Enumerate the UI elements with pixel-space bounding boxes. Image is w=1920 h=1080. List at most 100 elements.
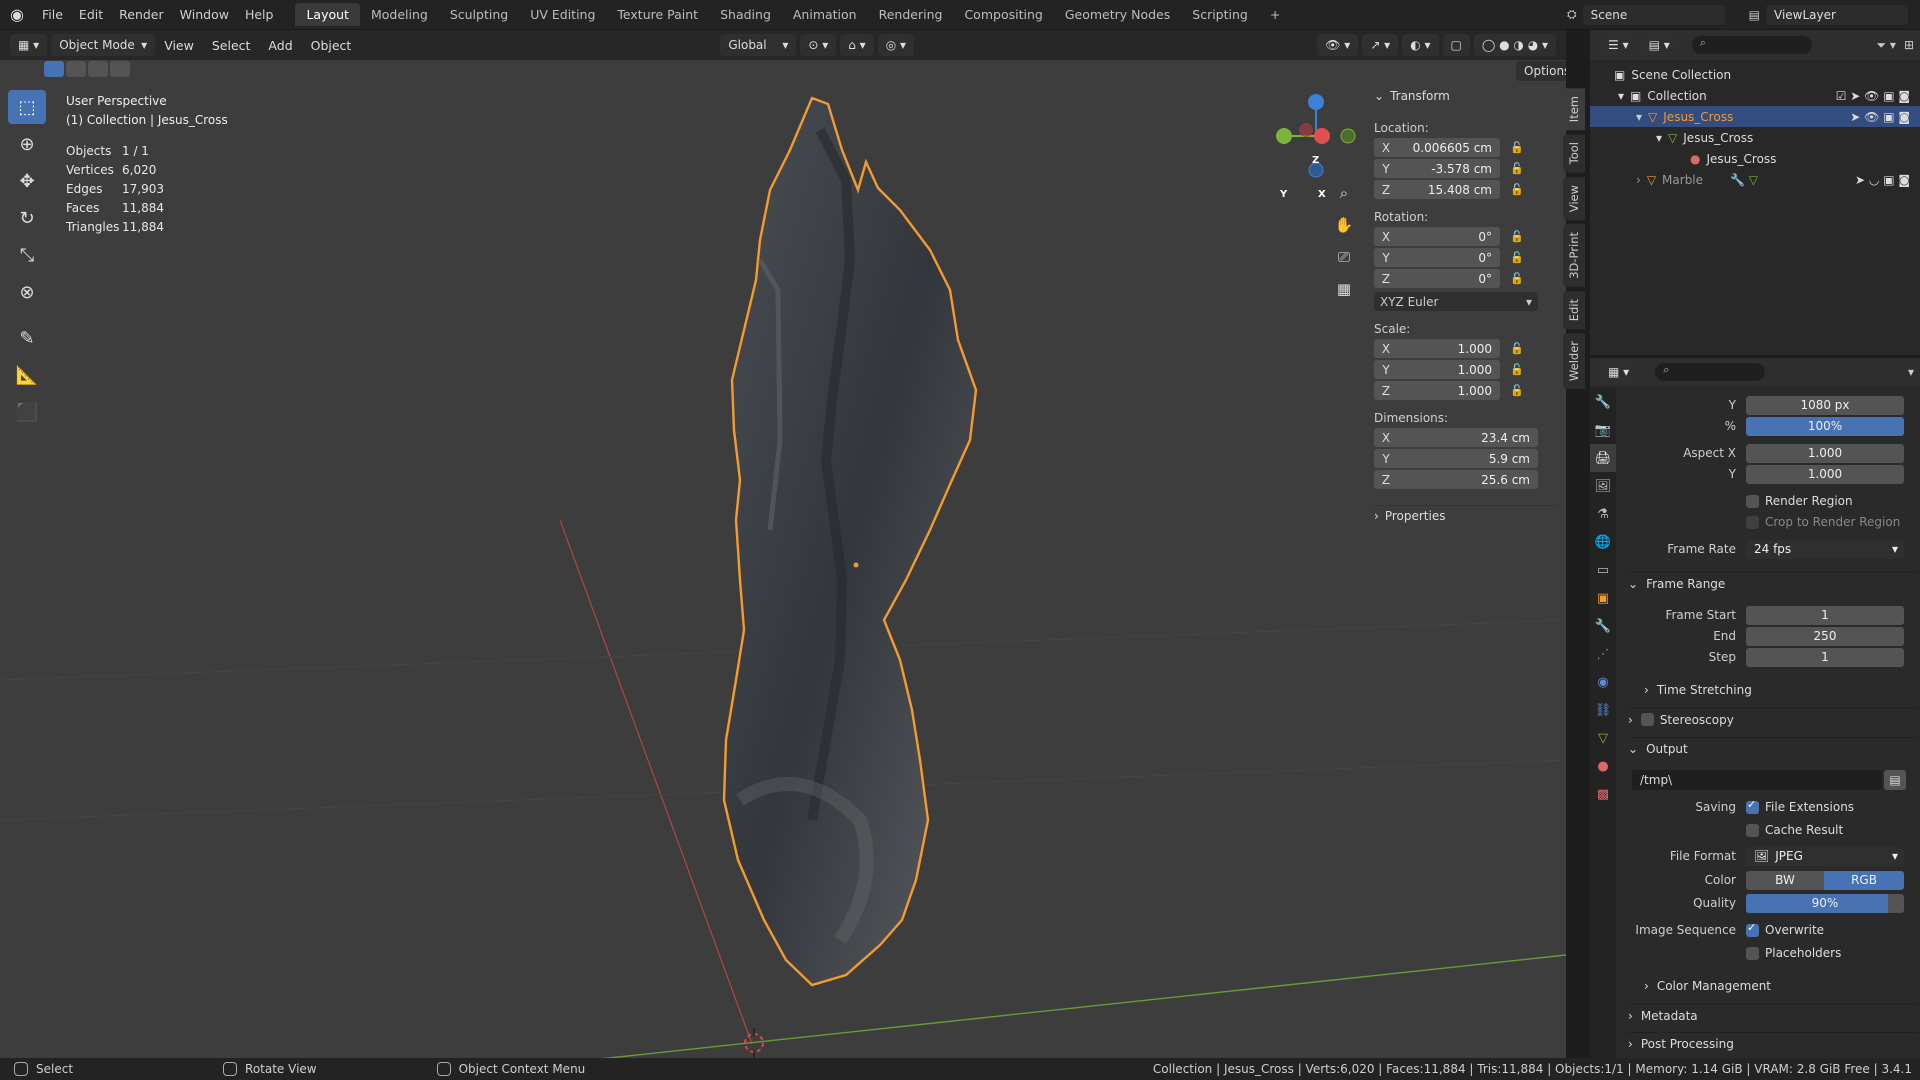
stereoscopy-checkbox[interactable]	[1640, 713, 1654, 726]
tab-compositing[interactable]: Compositing	[953, 3, 1053, 26]
lock-icon[interactable]: 🔓	[1510, 342, 1526, 358]
resolution-y-field[interactable]: 1080 px	[1746, 395, 1904, 415]
menu-view[interactable]: View	[155, 38, 203, 53]
color-bw-button[interactable]: BW	[1746, 870, 1824, 890]
select-extend-icon[interactable]	[66, 61, 86, 77]
rotation-z-field[interactable]: Z 0°	[1374, 269, 1500, 288]
menu-add[interactable]: Add	[259, 38, 301, 53]
frame-step-field[interactable]: 1	[1746, 647, 1904, 667]
constraints-properties-icon[interactable]: ⛓	[1590, 696, 1616, 724]
location-y-field[interactable]: Y -3.578 cm	[1374, 159, 1500, 178]
snap-button[interactable]: ⌂ ▾	[840, 34, 874, 56]
folder-browse-icon[interactable]: ▤	[1884, 770, 1906, 790]
view-layer-icon[interactable]: ▤	[1749, 8, 1760, 22]
pan-hand-icon[interactable]: ✋	[1330, 212, 1358, 238]
scene-properties-icon[interactable]: ⚗	[1590, 500, 1616, 528]
editor-type-button[interactable]: ▦ ▾	[10, 34, 48, 56]
menu-help[interactable]: Help	[237, 7, 282, 22]
tab-3d-print[interactable]: 3D-Print	[1563, 223, 1585, 287]
lock-icon[interactable]: 🔓	[1510, 141, 1526, 157]
lock-icon[interactable]: 🔓	[1510, 251, 1526, 267]
pivot-button[interactable]: ⊙ ▾	[800, 34, 837, 56]
menu-edit[interactable]: Edit	[71, 7, 111, 22]
gizmo-z-label[interactable]: Z	[1312, 155, 1319, 166]
move-tool-icon[interactable]: ✥	[8, 164, 46, 198]
scale-z-field[interactable]: Z 1.000	[1374, 381, 1500, 400]
output-path-input[interactable]: /tmp\	[1632, 770, 1882, 790]
object-properties-icon[interactable]: ▣	[1590, 584, 1616, 612]
tab-item[interactable]: Item	[1563, 88, 1585, 131]
lock-icon[interactable]: 🔓	[1510, 183, 1526, 199]
metadata-section-header[interactable]: › Metadata	[1628, 1004, 1918, 1026]
menu-render[interactable]: Render	[111, 7, 172, 22]
outliner-row-material[interactable]: ● Jesus_Cross	[1590, 148, 1920, 169]
filter-icon[interactable]: ⏷ ▾	[1876, 38, 1895, 53]
properties-search-input[interactable]: ⌕	[1655, 363, 1766, 381]
scale-tool-icon[interactable]: ⤡	[8, 238, 46, 272]
lock-icon[interactable]: 🔓	[1510, 384, 1526, 400]
modifier-properties-icon[interactable]: 🔧	[1590, 612, 1616, 640]
menu-file[interactable]: File	[34, 7, 71, 22]
display-mode-icon[interactable]: ▤ ▾	[1640, 34, 1678, 56]
location-x-field[interactable]: X 0.006605 cm	[1374, 138, 1500, 157]
ortho-grid-icon[interactable]: ▦	[1330, 276, 1358, 302]
outliner-search-input[interactable]: ⌕	[1691, 36, 1812, 54]
lock-icon[interactable]: 🔓	[1510, 162, 1526, 178]
aspect-y-field[interactable]: 1.000	[1746, 464, 1904, 484]
tab-tool[interactable]: Tool	[1563, 134, 1585, 173]
dimensions-y-field[interactable]: Y 5.9 cm	[1374, 449, 1538, 468]
add-workspace-button[interactable]: +	[1259, 3, 1291, 26]
view-layer-selector[interactable]: ViewLayer	[1766, 4, 1908, 25]
frame-start-field[interactable]: 1	[1746, 605, 1904, 625]
collection-visibility-icons[interactable]: ☑ ➤ 👁 ▣ ◙	[1836, 89, 1910, 103]
object-visibility-icons[interactable]: ➤ 👁 ▣ ◙	[1850, 110, 1910, 124]
options-button[interactable]: Options ▾	[1516, 61, 1566, 81]
overwrite-checkbox[interactable]	[1746, 921, 1759, 937]
file-format-dropdown[interactable]: 🖼 JPEG ▾	[1746, 846, 1904, 866]
render-properties-icon[interactable]: 📷	[1590, 416, 1616, 444]
color-rgb-button[interactable]: RGB	[1824, 870, 1904, 890]
tab-geometry-nodes[interactable]: Geometry Nodes	[1054, 3, 1181, 26]
tab-rendering[interactable]: Rendering	[868, 3, 954, 26]
select-new-icon[interactable]	[44, 61, 64, 77]
object-visibility-icons[interactable]: ➤ ◡ ▣ ◙	[1855, 173, 1910, 187]
camera-view-icon[interactable]: ⎚	[1330, 244, 1358, 270]
particles-properties-icon[interactable]: ⋰	[1590, 640, 1616, 668]
dimensions-z-field[interactable]: Z 25.6 cm	[1374, 470, 1538, 489]
blender-logo-icon[interactable]: ◉	[6, 4, 28, 26]
add-cube-tool-icon[interactable]: ⬛	[8, 395, 46, 429]
outliner-row-marble[interactable]: › ▽ Marble 🔧 ▽ ➤ ◡ ▣ ◙	[1590, 169, 1920, 190]
stereoscopy-section-header[interactable]: › Stereoscopy	[1628, 708, 1918, 730]
outliner-row-collection[interactable]: ▾ ▣ Collection ☑ ➤ 👁 ▣ ◙	[1590, 85, 1920, 106]
output-section-header[interactable]: ⌄ Output	[1628, 737, 1918, 759]
material-properties-icon[interactable]: ●	[1590, 752, 1616, 780]
tab-uv-editing[interactable]: UV Editing	[519, 3, 606, 26]
tool-settings-icon[interactable]: 🔧	[1590, 388, 1616, 416]
aspect-x-field[interactable]: 1.000	[1746, 443, 1904, 463]
tab-view[interactable]: View	[1563, 176, 1585, 220]
frame-rate-dropdown[interactable]: 24 fps ▾	[1746, 539, 1904, 559]
render-region-checkbox[interactable]	[1746, 494, 1759, 508]
outliner-row-jesus-cross[interactable]: ▾ ▽ Jesus_Cross ➤ 👁 ▣ ◙	[1590, 106, 1920, 127]
frame-range-section-header[interactable]: ⌄ Frame Range	[1628, 572, 1918, 594]
rotation-x-field[interactable]: X 0°	[1374, 227, 1500, 246]
properties-editor-icon[interactable]: ▦ ▾	[1600, 361, 1638, 383]
quality-slider[interactable]: 90%	[1746, 893, 1904, 913]
transform-tool-icon[interactable]: ⊗	[8, 275, 46, 309]
scene-icon[interactable]: ⛭	[1567, 7, 1577, 22]
texture-properties-icon[interactable]: ▩	[1590, 780, 1616, 808]
zoom-icon[interactable]: ⌕	[1330, 180, 1358, 206]
gizmo-toggle-button[interactable]: ↗ ▾	[1362, 34, 1399, 56]
scale-x-field[interactable]: X 1.000	[1374, 339, 1500, 358]
resolution-percentage-field[interactable]: 100%	[1746, 416, 1904, 436]
crop-region-checkbox[interactable]	[1746, 515, 1759, 529]
world-properties-icon[interactable]: 🌐	[1590, 528, 1616, 556]
tab-layout[interactable]: Layout	[295, 3, 360, 26]
cache-result-checkbox[interactable]	[1746, 823, 1759, 837]
tab-modeling[interactable]: Modeling	[360, 3, 439, 26]
tab-animation[interactable]: Animation	[782, 3, 868, 26]
shading-modes-button[interactable]: ◯ ● ◑ ◕ ▾	[1473, 34, 1556, 56]
data-properties-icon[interactable]: ▽	[1590, 724, 1616, 752]
tab-texture-paint[interactable]: Texture Paint	[606, 3, 709, 26]
annotate-tool-icon[interactable]: ✎	[8, 321, 46, 355]
